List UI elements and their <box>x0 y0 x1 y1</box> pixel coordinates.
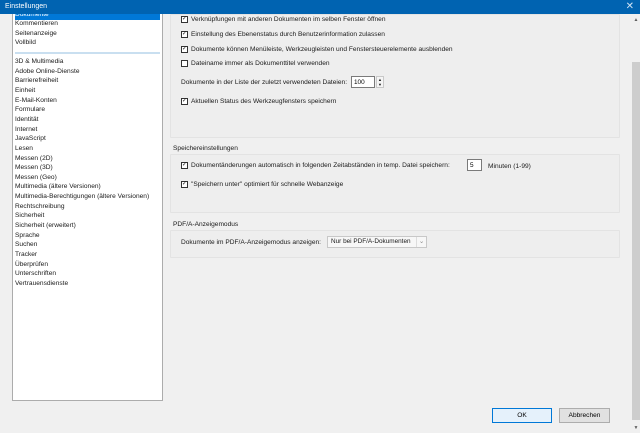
category-item[interactable]: Messen (3D) <box>15 163 160 173</box>
scrollbar-thumb[interactable] <box>632 62 640 420</box>
checkbox[interactable]: ✓ <box>181 46 188 53</box>
hide-toolbars-option[interactable]: ✓ Dokumente können Menüleiste, Werkzeugle… <box>181 46 453 53</box>
category-item[interactable]: Vertrauensdienste <box>15 279 160 289</box>
scroll-down-icon[interactable]: ▼ <box>632 425 640 431</box>
recent-files-label: Dokumente in der Liste der zuletzt verwe… <box>181 79 348 86</box>
pdfa-mode-value: Nur bei PDF/A-Dokumenten <box>331 238 411 245</box>
category-item[interactable]: Überprüfen <box>15 260 160 270</box>
category-list[interactable]: Dokumente Kommentieren Seitenanzeige Vollbi… <box>12 14 163 401</box>
category-item[interactable]: Sicherheit <box>15 211 160 221</box>
category-item[interactable]: Einheit <box>15 86 160 96</box>
category-item[interactable]: Vollbild <box>15 38 160 48</box>
fast-web-view-option[interactable]: ✓ "Speichern unter" optimiert für schnell… <box>181 181 343 188</box>
recent-files-input[interactable] <box>351 76 375 88</box>
category-item[interactable]: Seitenanzeige <box>15 29 160 39</box>
category-item[interactable]: Suchen <box>15 240 160 250</box>
ok-button[interactable]: OK <box>492 408 552 423</box>
chevron-down-icon: ⌄ <box>416 237 426 247</box>
category-item[interactable]: Barrierefreiheit <box>15 76 160 86</box>
category-item[interactable]: JavaScript <box>15 134 160 144</box>
category-item[interactable]: Multimedia-Berechtigungen (ältere Versio… <box>15 192 160 202</box>
save-settings-heading: Speichereinstellungen <box>173 145 238 152</box>
category-item[interactable]: E-Mail-Konten <box>15 96 160 106</box>
checkbox[interactable] <box>181 60 188 67</box>
category-item[interactable]: Tracker <box>15 250 160 260</box>
category-item[interactable]: Sprache <box>15 231 160 241</box>
link-same-window-option[interactable]: ✓ Verknüpfungen mit anderen Dokumenten im… <box>181 16 386 23</box>
title-bar: Einstellungen ✕ <box>0 0 640 14</box>
category-item[interactable]: Kommentieren <box>15 19 160 29</box>
category-item[interactable]: 3D & Multimedia <box>15 57 160 67</box>
tool-window-state-option[interactable]: ✓ Aktuellen Status des Werkzeugfensters s… <box>181 98 336 105</box>
filename-title-option[interactable]: Dateiname immer als Dokumenttitel verwen… <box>181 60 330 67</box>
pdfa-mode-select[interactable]: Nur bei PDF/A-Dokumenten ⌄ <box>327 236 427 248</box>
close-icon[interactable]: ✕ <box>626 1 634 12</box>
category-item[interactable]: Internet <box>15 125 160 135</box>
cancel-button[interactable]: Abbrechen <box>559 408 610 423</box>
category-item[interactable]: Formulare <box>15 105 160 115</box>
category-item[interactable]: Adobe Online-Dienste <box>15 67 160 77</box>
checkbox[interactable]: ✓ <box>181 98 188 105</box>
pdfa-label: Dokumente im PDF/A-Anzeigemodus anzeigen… <box>181 239 322 246</box>
category-item[interactable]: Unterschriften <box>15 269 160 279</box>
category-item[interactable]: Messen (Geo) <box>15 173 160 183</box>
window-title: Einstellungen <box>5 3 48 10</box>
checkbox[interactable]: ✓ <box>181 162 188 169</box>
autosave-option[interactable]: ✓ Dokumentänderungen automatisch in folge… <box>181 162 450 169</box>
checkbox[interactable]: ✓ <box>181 181 188 188</box>
category-item[interactable]: Multimedia (ältere Versionen) <box>15 182 160 192</box>
category-item[interactable]: Identität <box>15 115 160 125</box>
category-item[interactable]: Messen (2D) <box>15 154 160 164</box>
category-item[interactable]: Sicherheit (erweitert) <box>15 221 160 231</box>
autosave-unit-label: Minuten (1-99) <box>488 163 531 170</box>
layer-state-option[interactable]: ✓ Einstellung des Ebenenstatus durch Benu… <box>181 31 385 38</box>
autosave-minutes-input[interactable] <box>467 159 482 171</box>
pdfa-heading: PDF/A-Anzeigemodus <box>173 221 239 228</box>
category-separator <box>15 52 160 54</box>
checkbox[interactable]: ✓ <box>181 31 188 38</box>
checkbox[interactable]: ✓ <box>181 16 188 23</box>
scroll-up-icon[interactable]: ▲ <box>632 17 640 23</box>
category-item[interactable]: Rechtschreibung <box>15 202 160 212</box>
recent-files-spinner[interactable]: ▲ ▼ <box>376 76 384 88</box>
category-item[interactable]: Lesen <box>15 144 160 154</box>
